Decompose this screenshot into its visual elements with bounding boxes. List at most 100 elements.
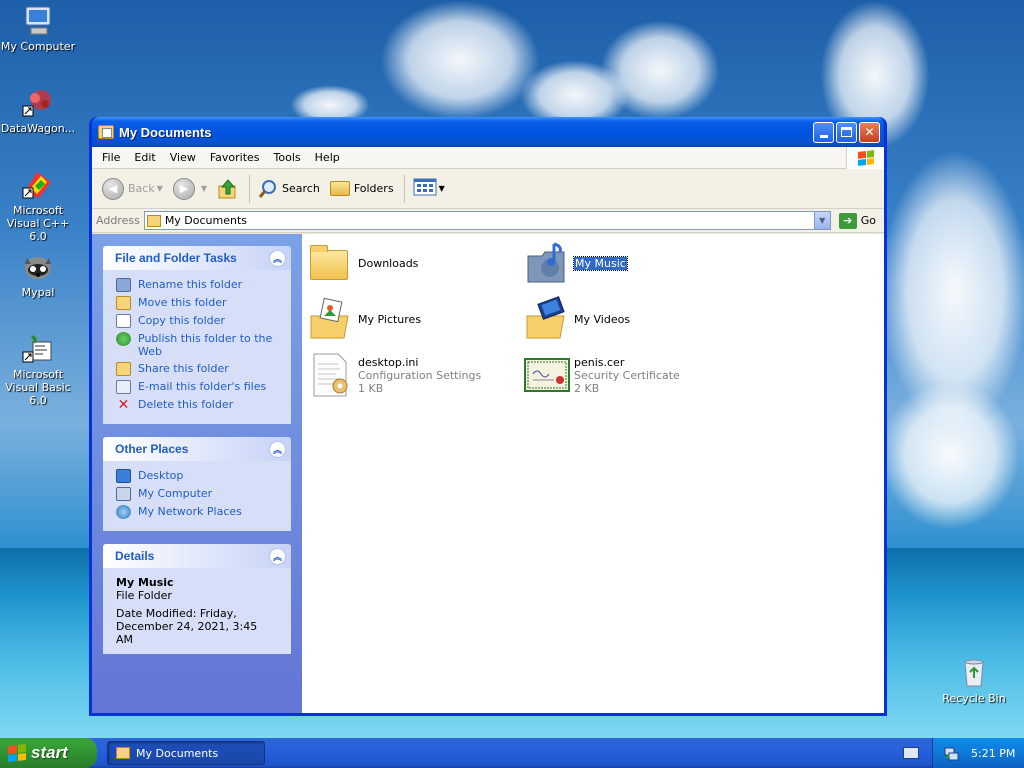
desktop-icon-datawagon[interactable]: DataWagon...	[0, 86, 78, 135]
address-label: Address	[96, 214, 140, 227]
network-status-icon[interactable]	[943, 745, 959, 761]
my-documents-icon	[116, 747, 130, 759]
search-icon	[258, 179, 278, 199]
file-item-desktop-ini[interactable]: desktop.ini Configuration Settings 1 KB	[308, 352, 481, 398]
config-file-icon	[308, 352, 354, 398]
delete-x-icon: ✕	[117, 397, 130, 413]
collapse-chevron-icon[interactable]: ︽	[269, 547, 286, 565]
folders-button[interactable]: Folders	[326, 179, 398, 198]
views-icon	[413, 178, 437, 199]
folder-icon	[308, 240, 354, 286]
task-copy-folder[interactable]: Copy this folder	[116, 314, 283, 328]
address-input[interactable]: My Documents ▼	[143, 211, 831, 230]
visual-basic-icon	[21, 332, 55, 366]
file-item-certificate[interactable]: penis.cer Security Certificate 2 KB	[524, 352, 680, 398]
task-publish-web[interactable]: Publish this folder to the Web	[116, 332, 283, 358]
menu-bar: File Edit View Favorites Tools Help	[92, 147, 884, 169]
toolbar-separator	[403, 174, 405, 203]
close-button[interactable]: ✕	[859, 121, 880, 143]
music-folder-icon	[524, 240, 570, 286]
menu-tools[interactable]: Tools	[267, 151, 308, 164]
panel-header[interactable]: File and Folder Tasks ︽	[103, 246, 291, 270]
menu-view[interactable]: View	[163, 151, 203, 164]
share-folder-icon	[116, 362, 131, 376]
start-button[interactable]: start	[0, 738, 97, 768]
file-type: Configuration Settings	[358, 368, 482, 382]
back-button[interactable]: ◀ Back ▼	[98, 176, 167, 202]
desktop-icon-my-computer[interactable]: My Computer	[0, 4, 78, 53]
desktop-icon-visual-cpp[interactable]: Microsoft Visual C++ 6.0	[0, 168, 78, 243]
place-network[interactable]: My Network Places	[116, 505, 283, 519]
copy-icon	[116, 314, 131, 328]
desktop-icon-recycle-bin[interactable]: Recycle Bin	[934, 656, 1014, 705]
network-icon	[116, 505, 131, 519]
menu-help[interactable]: Help	[308, 151, 347, 164]
address-value: My Documents	[164, 214, 248, 227]
taskbar-button-my-documents[interactable]: My Documents	[107, 741, 265, 765]
file-size: 2 KB	[574, 381, 600, 395]
panel-header[interactable]: Other Places ︽	[103, 437, 291, 461]
desktop-icon-visual-basic[interactable]: Microsoft Visual Basic 6.0	[0, 332, 78, 407]
explorer-body: File and Folder Tasks ︽ Rename this fold…	[92, 234, 884, 713]
system-tray: 5:21 PM	[932, 738, 1024, 768]
clock[interactable]: 5:21 PM	[971, 747, 1015, 760]
back-dropdown-icon[interactable]: ▼	[157, 184, 163, 193]
file-size: 1 KB	[358, 381, 384, 395]
taskbar: start My Documents	[0, 738, 1024, 768]
menu-file[interactable]: File	[95, 151, 127, 164]
menu-edit[interactable]: Edit	[127, 151, 162, 164]
forward-dropdown-icon[interactable]: ▼	[201, 184, 207, 193]
views-button[interactable]: ▼	[409, 176, 449, 201]
globe-icon	[116, 332, 131, 346]
close-icon: ✕	[864, 125, 875, 139]
forward-button[interactable]: ▶ ▼	[169, 176, 211, 202]
task-email-files[interactable]: E-mail this folder's files	[116, 380, 283, 394]
computer-icon	[116, 487, 131, 501]
details-panel: Details ︽ My Music File Folder Date Modi…	[103, 544, 291, 654]
windows-logo	[846, 147, 884, 169]
views-dropdown-icon[interactable]: ▼	[439, 184, 445, 193]
task-move-folder[interactable]: Move this folder	[116, 296, 283, 310]
email-icon	[116, 380, 131, 394]
task-pane: File and Folder Tasks ︽ Rename this fold…	[92, 234, 302, 713]
desktop-icon-mypal[interactable]: Mypal	[0, 250, 78, 299]
explorer-window: My Documents ✕ File Edit View Favorites …	[89, 117, 887, 716]
menu-favorites[interactable]: Favorites	[203, 151, 267, 164]
file-folder-tasks-panel: File and Folder Tasks ︽ Rename this fold…	[103, 246, 291, 424]
address-dropdown-button[interactable]: ▼	[813, 212, 830, 229]
task-share-folder[interactable]: Share this folder	[116, 362, 283, 376]
maximize-button[interactable]	[836, 121, 857, 143]
search-button[interactable]: Search	[254, 177, 324, 201]
file-item-my-videos[interactable]: My Videos	[524, 296, 630, 342]
collapse-chevron-icon[interactable]: ︽	[269, 440, 286, 458]
go-button[interactable]: ➔ Go	[835, 212, 880, 229]
task-rename-folder[interactable]: Rename this folder	[116, 278, 283, 292]
recycle-bin-icon	[957, 656, 991, 690]
videos-folder-icon	[524, 296, 570, 342]
up-folder-icon	[217, 178, 239, 200]
folder-icon	[146, 214, 161, 227]
desktop-cloud	[380, 0, 540, 120]
maximize-icon	[841, 127, 852, 137]
rename-icon	[116, 278, 131, 292]
computer-icon	[21, 4, 55, 38]
go-arrow-icon: ➔	[838, 212, 857, 229]
up-button[interactable]	[213, 176, 243, 202]
raccoon-icon	[21, 250, 55, 284]
file-item-my-music[interactable]: My Music	[524, 240, 628, 286]
file-item-my-pictures[interactable]: My Pictures	[308, 296, 421, 342]
place-my-computer[interactable]: My Computer	[116, 487, 283, 501]
file-item-downloads[interactable]: Downloads	[308, 240, 418, 286]
forward-arrow-icon: ▶	[172, 177, 195, 200]
place-desktop[interactable]: Desktop	[116, 469, 283, 483]
toolbar-separator	[249, 174, 251, 203]
task-delete-folder[interactable]: ✕ Delete this folder	[116, 398, 283, 412]
minimize-button[interactable]	[813, 121, 834, 143]
window-titlebar[interactable]: My Documents ✕	[92, 117, 884, 147]
panel-header[interactable]: Details ︽	[103, 544, 291, 568]
minimize-icon	[819, 134, 828, 138]
collapse-chevron-icon[interactable]: ︽	[269, 249, 286, 267]
folders-icon	[329, 181, 350, 196]
keyboard-icon[interactable]	[903, 747, 919, 759]
panel-body: Rename this folder Move this folder Copy…	[103, 270, 291, 424]
